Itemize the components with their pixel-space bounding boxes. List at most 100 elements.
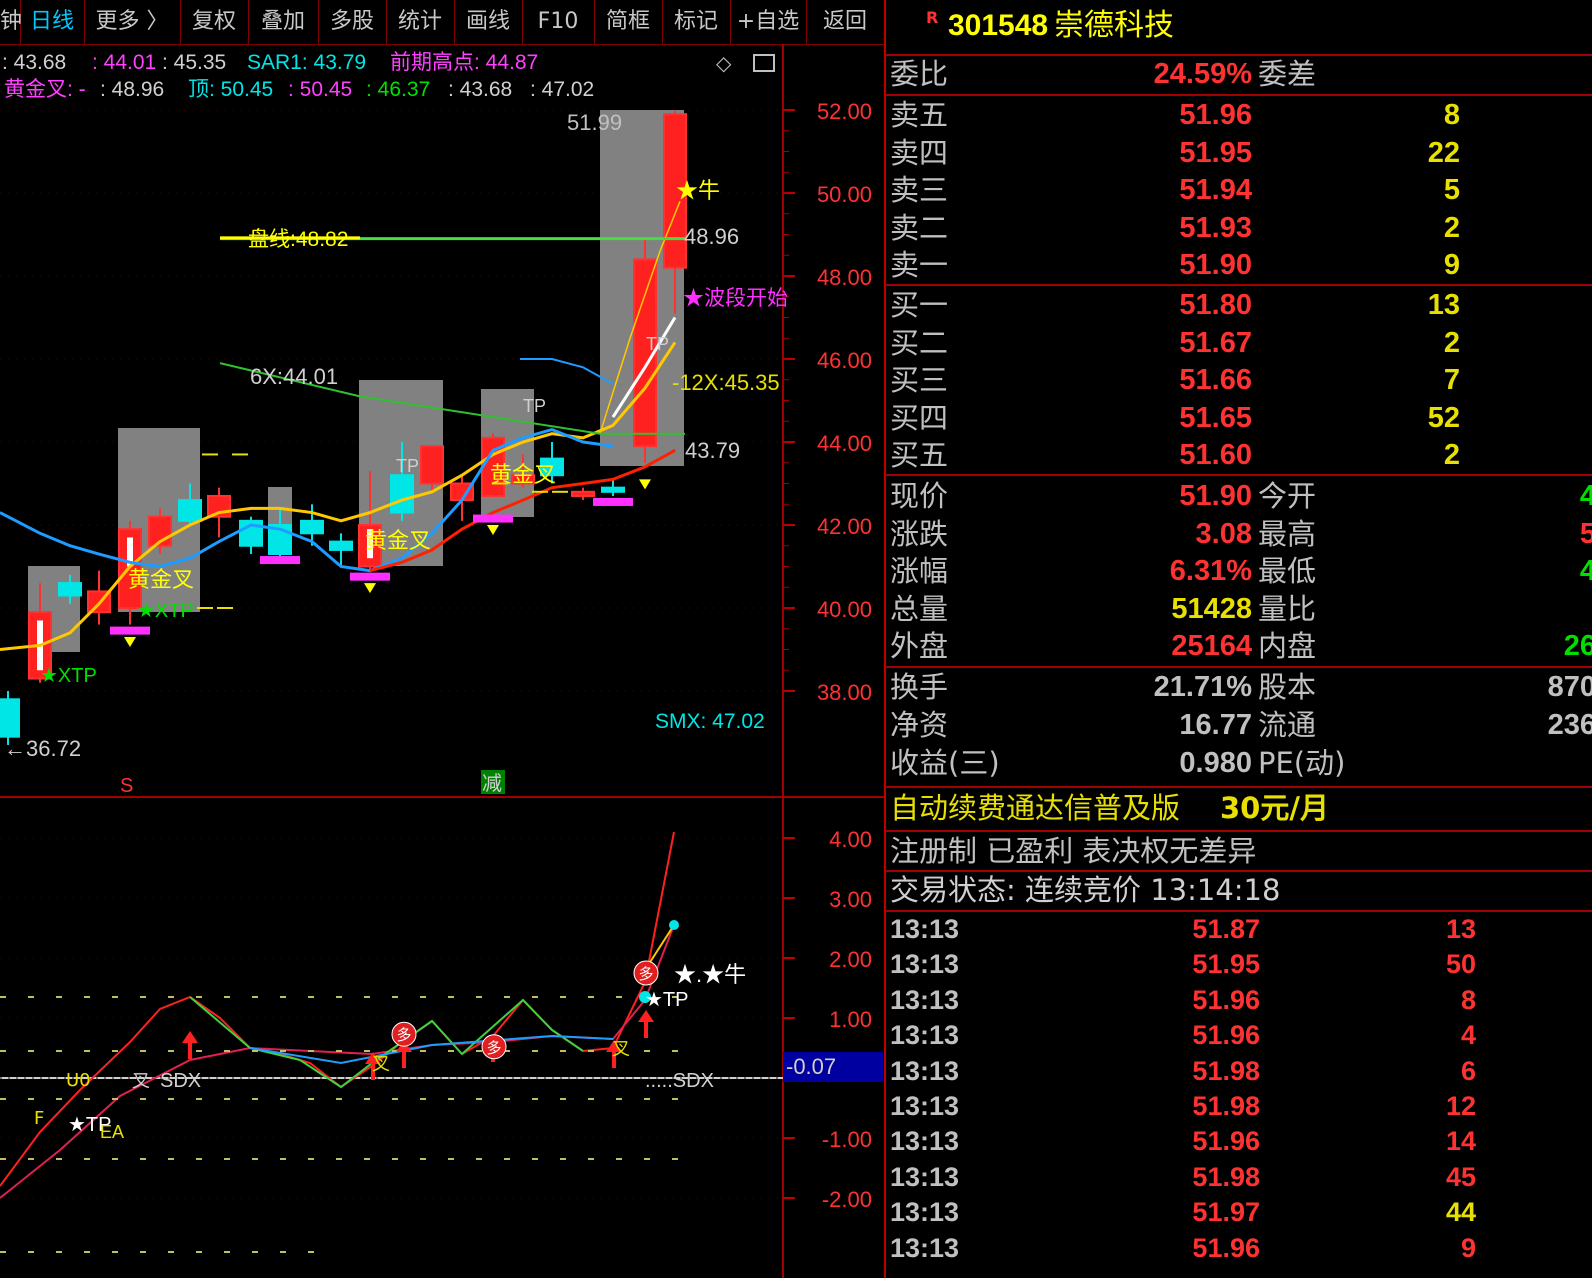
- tick-time: 13:13: [890, 984, 960, 1015]
- buy-price: 51.65: [1179, 401, 1252, 434]
- candle-body: [178, 499, 202, 522]
- margin-flag: R: [926, 8, 939, 27]
- kline-chart[interactable]: : 43.68: 44.01: 45.35 SAR1: 43.79 前期高点: 44…: [0, 44, 884, 1278]
- quote-label: 涨幅: [890, 554, 949, 588]
- toolbar-item-12[interactable]: 返回: [806, 0, 885, 44]
- tick-row: 13:13 51.97 44: [886, 1194, 1592, 1231]
- quote-value-2: 4: [1580, 478, 1592, 515]
- tick-volume: 13: [1445, 914, 1476, 944]
- tick-row: 13:13 51.96 8: [886, 982, 1592, 1019]
- price-axis-label: 38.00: [817, 680, 872, 705]
- quote-label-2: 最高: [1258, 516, 1317, 551]
- tp-label: TP: [396, 456, 419, 476]
- toolbar-item-5[interactable]: 多股: [318, 0, 387, 44]
- osc-axis-label: 1.00: [829, 1007, 872, 1032]
- tick-row: 13:13 51.98 6: [886, 1053, 1592, 1090]
- tick-price: 51.96: [1192, 1232, 1260, 1263]
- sell-row: 卖五 51.96 8: [886, 97, 1592, 134]
- toolbar-item-11[interactable]: +自选: [730, 0, 807, 44]
- buy-price: 51.60: [1179, 439, 1252, 471]
- bull-signal-2: ★.★牛: [674, 962, 746, 987]
- sell-price: 51.93: [1179, 211, 1252, 244]
- weibi-row: 委比 24.59% 委差: [886, 56, 1592, 93]
- toolbar-item-1[interactable]: 日线: [20, 0, 85, 44]
- quote-label-2: 量比: [1258, 591, 1317, 626]
- tp-star-label: ★TP: [645, 989, 689, 1011]
- sell-row: 卖一 51.90 9: [886, 247, 1592, 284]
- magenta-bar: [110, 626, 150, 635]
- indicator-value: : 46.37: [366, 78, 430, 101]
- quote-label-2: 内盘: [1258, 629, 1317, 663]
- toolbar-item-4[interactable]: 叠加: [248, 0, 319, 44]
- price-axis-label: 42.00: [817, 514, 872, 539]
- cross-marker: 叉: [612, 1039, 630, 1059]
- diamond-icon: ◇: [716, 51, 732, 75]
- candle-body: [420, 445, 444, 485]
- xtp-label: ★XTP: [40, 665, 97, 687]
- buy-row: 买一 51.80 13: [886, 287, 1592, 324]
- price-axis-label: 52.00: [817, 99, 872, 124]
- fund-value: 21.71%: [1153, 671, 1252, 703]
- fund-label-2: PE(动): [1258, 746, 1346, 780]
- tick-time: 13:13: [890, 1161, 960, 1192]
- quote-panel: R 301548 崇德科技 委比 24.59% 委差 卖五 51.96 8 卖四 51.…: [884, 0, 1592, 1278]
- toolbar-item-7[interactable]: 画线: [454, 0, 523, 44]
- cross-marker: 叉: [132, 1071, 150, 1091]
- buy-volume: 7: [1443, 364, 1460, 396]
- quote-value: 51428: [1171, 592, 1252, 625]
- toolbar-item-9[interactable]: 简框: [594, 0, 663, 44]
- indicator-value: 顶: 50.45: [188, 78, 273, 101]
- sell-volume: 5: [1443, 174, 1460, 206]
- fund-value-2: 236: [1547, 709, 1592, 741]
- toolbar-item-2[interactable]: 更多 〉: [84, 0, 181, 44]
- toolbar-item-8[interactable]: F10: [522, 0, 595, 44]
- buy-volume: 52: [1427, 401, 1460, 434]
- tick-volume: 50: [1445, 949, 1476, 980]
- indicator-value: 黄金叉: -: [4, 78, 86, 101]
- tick-price: 51.98: [1192, 1091, 1260, 1121]
- toolbar-item-10[interactable]: 标记: [662, 0, 731, 44]
- buy-volume: 2: [1443, 439, 1460, 471]
- tick-row: 13:13 51.95 50: [886, 946, 1592, 983]
- sell-price: 51.95: [1179, 136, 1252, 169]
- buy-volume: 13: [1427, 289, 1460, 321]
- fund-label-2: 流通: [1258, 708, 1317, 742]
- osc-axis-label: -1.00: [822, 1127, 872, 1152]
- tick-price: 51.96: [1192, 1126, 1260, 1157]
- quote-value-2: 5: [1580, 516, 1592, 553]
- toolbar-item-0[interactable]: 钟: [0, 0, 22, 44]
- buy-volume: 2: [1443, 326, 1460, 359]
- fund-label: 净资: [890, 708, 949, 742]
- sell-volume: 22: [1427, 136, 1460, 169]
- sell-label: 卖二: [890, 210, 949, 245]
- toolbar-item-6[interactable]: 统计: [386, 0, 455, 44]
- ad-text: 自动续费通达信普及版: [890, 791, 1181, 825]
- quote-value: 51.90: [1179, 480, 1252, 512]
- indicator-value: : 50.45: [288, 78, 352, 101]
- fund-row: 收益(三) 0.980 PE(动): [886, 745, 1592, 782]
- sar-label: 43.79: [685, 438, 740, 463]
- indicator-value: : 48.96: [100, 78, 164, 101]
- quote-label: 外盘: [890, 629, 949, 663]
- arrow-up-icon: [638, 1010, 654, 1022]
- ad-banner[interactable]: 自动续费通达信普及版 30元/月: [886, 788, 1592, 828]
- indicator-value: 前期高点: 44.87: [390, 51, 538, 74]
- low-label: ←36.72: [4, 736, 81, 761]
- sell-price: 51.94: [1179, 174, 1252, 206]
- sell-row: 卖二 51.93 2: [886, 210, 1592, 247]
- quote-row: 总量 51428 量比: [886, 591, 1592, 628]
- arrow-down-icon: [639, 479, 651, 490]
- sell-price: 51.90: [1179, 249, 1252, 281]
- ad-price: 30元/月: [1220, 791, 1329, 825]
- tick-volume: 14: [1445, 1126, 1476, 1157]
- fund-row: 净资 16.77 流通 236: [886, 707, 1592, 744]
- quote-row: 涨幅 6.31%最低 4: [886, 553, 1592, 590]
- osc-current-value: -0.07: [786, 1054, 836, 1079]
- toolbar-item-3[interactable]: 复权: [180, 0, 249, 44]
- tick-row: 13:13 51.96 14: [886, 1123, 1592, 1160]
- tick-row: 13:13 51.96 4: [886, 1017, 1592, 1054]
- indicator-value: : 45.35: [162, 51, 226, 74]
- trade-status: 交易状态: 连续竞价 13:14:18: [886, 872, 1592, 908]
- weibi-value: 24.59%: [1153, 58, 1252, 90]
- magenta-bar: [473, 514, 513, 523]
